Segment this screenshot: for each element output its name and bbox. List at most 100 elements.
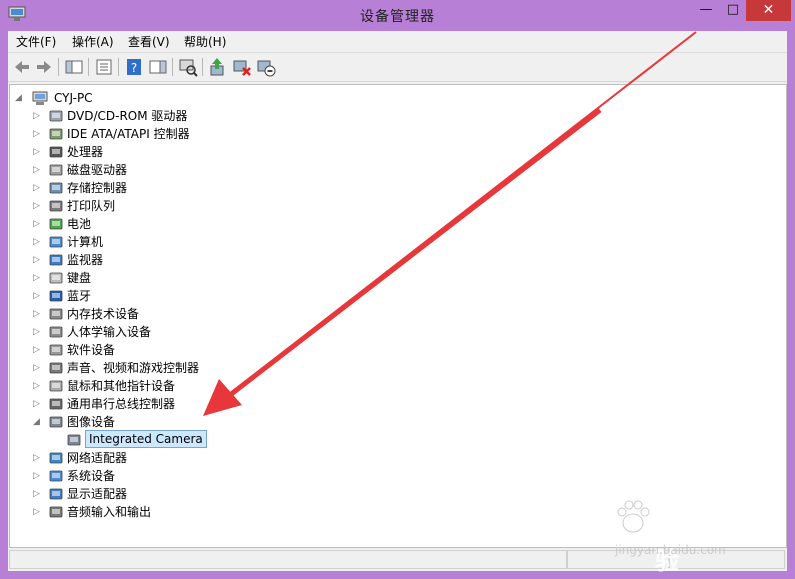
tree-category[interactable]: ▷ 声音、视频和游戏控制器 (32, 359, 432, 377)
device-tree[interactable]: ◢ CYJ-PC ▷ DVD/CD-ROM 驱动器 ▷ IDE ATA/ATAPI 控… (9, 84, 787, 548)
collapse-arrow-icon[interactable]: ◢ (14, 89, 23, 107)
close-button[interactable]: ✕ (746, 0, 791, 21)
dvd-drive-icon (49, 110, 63, 122)
maximize-button[interactable]: □ (720, 0, 746, 21)
computer-root-icon (32, 91, 48, 105)
forward-icon[interactable] (34, 57, 54, 77)
tree-category[interactable]: ▷ 存储控制器 (32, 179, 432, 197)
processor-icon (49, 146, 63, 158)
display-adapter-icon (49, 488, 63, 500)
tree-category[interactable]: ▷ 鼠标和其他指针设备 (32, 377, 432, 395)
tree-category[interactable]: ▷ 网络适配器 (32, 449, 432, 467)
minimize-button[interactable]: — (692, 0, 720, 21)
hid-icon (49, 326, 63, 338)
expand-arrow-icon[interactable]: ▷ (32, 125, 41, 143)
tree-category[interactable]: ▷ 键盘 (32, 269, 432, 287)
sound-icon (49, 362, 63, 374)
expand-arrow-icon[interactable]: ▷ (32, 161, 41, 179)
category-label: 通用串行总线控制器 (67, 397, 176, 411)
monitor-icon (49, 254, 63, 266)
category-label: 声音、视频和游戏控制器 (67, 361, 200, 375)
baidu-watermark: Bai du 经验 jingyan.baidu.com (612, 488, 792, 575)
properties-icon[interactable] (94, 57, 114, 77)
bluetooth-icon (49, 290, 63, 302)
category-label: 音频输入和输出 (67, 505, 152, 519)
svg-text:?: ? (131, 61, 137, 75)
imaging-device-icon (49, 416, 63, 428)
uninstall-device-icon[interactable] (256, 57, 276, 77)
camera-icon (67, 434, 81, 446)
toolbar-separator (58, 58, 59, 76)
tree-category[interactable]: ▷ 磁盘驱动器 (32, 161, 432, 179)
category-label: 磁盘驱动器 (67, 163, 128, 177)
battery-icon (49, 218, 63, 230)
expand-arrow-icon[interactable]: ▷ (32, 215, 41, 233)
expand-arrow-icon[interactable]: ▷ (32, 251, 41, 269)
expand-arrow-icon[interactable]: ▷ (32, 197, 41, 215)
tree-category[interactable]: ▷ 计算机 (32, 233, 432, 251)
disable-device-icon[interactable] (232, 57, 252, 77)
menu-action[interactable]: 操作(A) (68, 33, 118, 50)
expand-arrow-icon[interactable]: ▷ (32, 107, 41, 125)
expand-arrow-icon[interactable]: ▷ (32, 377, 41, 395)
expand-arrow-icon[interactable]: ▷ (32, 233, 41, 251)
category-label: 鼠标和其他指针设备 (67, 379, 176, 393)
tree-root[interactable]: ◢ CYJ-PC (14, 89, 214, 107)
back-icon[interactable] (12, 57, 32, 77)
tree-category[interactable]: ▷ 监视器 (32, 251, 432, 269)
expand-arrow-icon[interactable]: ▷ (32, 503, 41, 521)
usb-icon (49, 398, 63, 410)
expand-arrow-icon[interactable]: ▷ (32, 395, 41, 413)
expand-arrow-icon[interactable]: ▷ (32, 359, 41, 377)
expand-arrow-icon[interactable]: ▷ (32, 179, 41, 197)
tree-category[interactable]: ◢ 图像设备 (32, 413, 432, 431)
storage-controller-icon (49, 182, 63, 194)
tree-category[interactable]: ▷ 处理器 (32, 143, 432, 161)
printer-icon (49, 200, 63, 212)
tree-category[interactable]: ▷ 音频输入和输出 (32, 503, 432, 521)
title-bar[interactable]: 设备管理器 — □ ✕ (0, 0, 795, 30)
category-label: IDE ATA/ATAPI 控制器 (67, 127, 190, 141)
expand-arrow-icon[interactable]: ▷ (32, 305, 41, 323)
keyboard-icon (49, 272, 63, 284)
expand-arrow-icon[interactable]: ▷ (32, 341, 41, 359)
tree-category[interactable]: ▷ 电池 (32, 215, 432, 233)
menu-help[interactable]: 帮助(H) (180, 33, 230, 50)
tree-category[interactable]: ▷ 内存技术设备 (32, 305, 432, 323)
disk-drive-icon (49, 164, 63, 176)
memory-device-icon (49, 308, 63, 320)
category-label: 系统设备 (67, 469, 116, 483)
show-hide-console-tree-icon[interactable] (64, 57, 84, 77)
tree-category[interactable]: ▷ 显示适配器 (32, 485, 432, 503)
tree-category[interactable]: ▷ 系统设备 (32, 467, 432, 485)
update-driver-icon[interactable] (208, 57, 228, 77)
expand-arrow-icon[interactable]: ▷ (32, 269, 41, 287)
help-icon[interactable]: ? (124, 57, 144, 77)
expand-arrow-icon[interactable]: ▷ (32, 287, 41, 305)
tree-category[interactable]: ▷ IDE ATA/ATAPI 控制器 (32, 125, 432, 143)
system-device-icon (49, 470, 63, 482)
scan-hardware-changes-icon[interactable] (178, 57, 198, 77)
category-label: 监视器 (67, 253, 104, 267)
expand-arrow-icon[interactable]: ▷ (32, 143, 41, 161)
category-label: 键盘 (67, 271, 92, 285)
expand-arrow-icon[interactable]: ▷ (32, 485, 41, 503)
collapse-arrow-icon[interactable]: ◢ (32, 413, 41, 431)
watermark-brand: Bai du 经验 (655, 512, 781, 575)
window-title: 设备管理器 (360, 9, 435, 25)
tree-category[interactable]: ▷ 蓝牙 (32, 287, 432, 305)
tree-category[interactable]: ▷ DVD/CD-ROM 驱动器 (32, 107, 432, 125)
tree-category[interactable]: ▷ 通用串行总线控制器 (32, 395, 432, 413)
tree-category[interactable]: ▷ 打印队列 (32, 197, 432, 215)
expand-arrow-icon[interactable]: ▷ (32, 449, 41, 467)
expand-arrow-icon[interactable]: ▷ (32, 467, 41, 485)
tree-category[interactable]: ▷ 人体学输入设备 (32, 323, 432, 341)
show-action-pane-icon[interactable] (148, 57, 168, 77)
menu-view[interactable]: 查看(V) (124, 33, 174, 50)
tree-category[interactable]: ▷ 软件设备 (32, 341, 432, 359)
baidu-paw-icon (617, 500, 650, 533)
expand-arrow-icon[interactable]: ▷ (32, 323, 41, 341)
tree-device[interactable]: Integrated Camera (50, 430, 450, 449)
menu-file[interactable]: 文件(F) (12, 33, 60, 50)
ide-controller-icon (49, 128, 63, 140)
